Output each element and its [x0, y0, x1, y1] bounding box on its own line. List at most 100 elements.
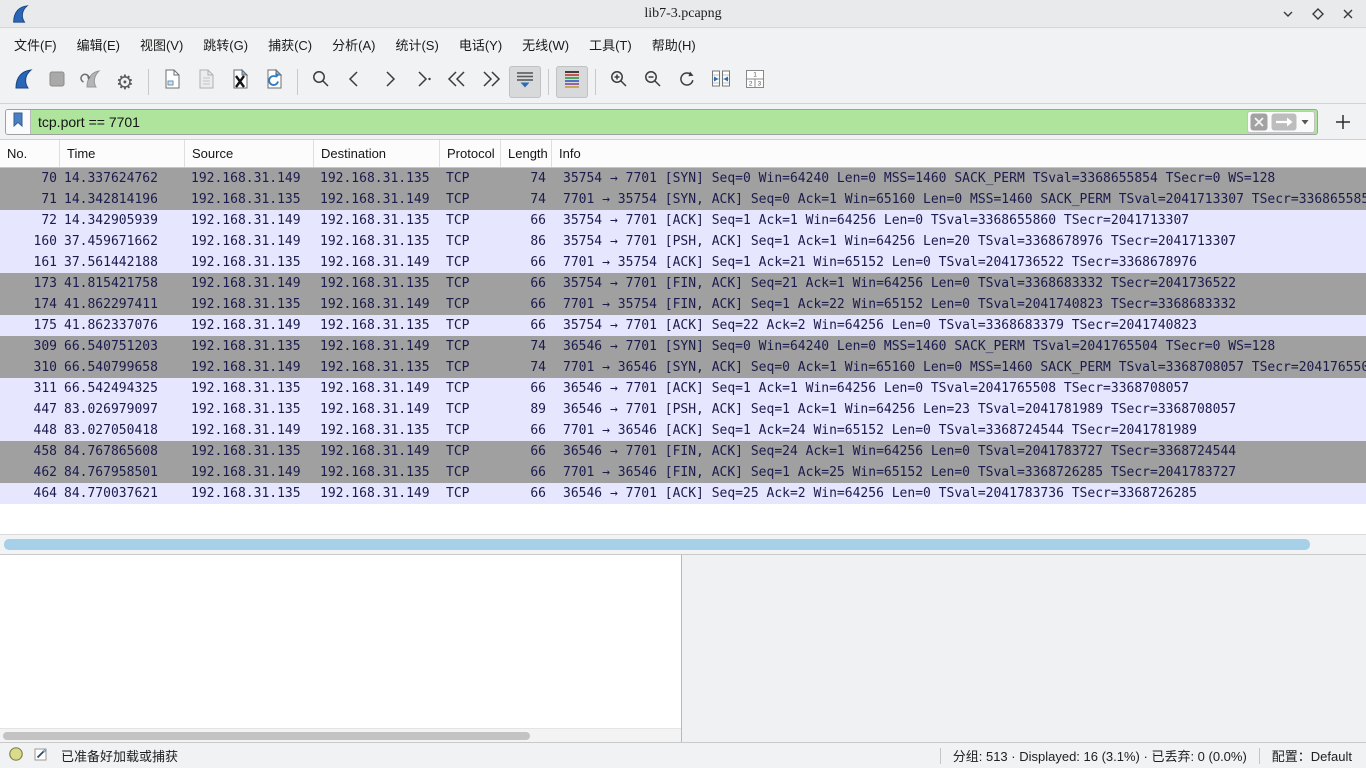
menu-item-1[interactable]: 编辑(E) — [67, 30, 130, 59]
cell-time: 37.561442188 — [60, 252, 185, 273]
packet-row[interactable]: 30966.540751203192.168.31.135192.168.31.… — [0, 336, 1366, 357]
packet-row[interactable]: 17341.815421758192.168.31.149192.168.31.… — [0, 273, 1366, 294]
cell-no: 310 — [0, 357, 60, 378]
cell-time: 66.540799658 — [60, 357, 185, 378]
cell-no: 174 — [0, 294, 60, 315]
cell-no: 70 — [0, 168, 60, 189]
cell-length: 66 — [501, 294, 552, 315]
packet-row[interactable]: 17441.862297411192.168.31.135192.168.31.… — [0, 294, 1366, 315]
colorize-toggle-button[interactable] — [556, 66, 588, 98]
column-header-destination[interactable]: Destination — [314, 140, 440, 167]
cell-no: 464 — [0, 483, 60, 504]
restart-fin-icon — [80, 68, 102, 95]
column-header-length[interactable]: Length — [501, 140, 552, 167]
cell-length: 74 — [501, 357, 552, 378]
display-filter-input[interactable]: tcp.port == 7701 — [5, 109, 1318, 135]
toolbar-separator — [595, 69, 596, 95]
reload-file-button[interactable] — [258, 66, 290, 98]
filter-dropdown-arrow[interactable] — [1300, 117, 1310, 127]
packet-row[interactable]: 46284.767958501192.168.31.149192.168.31.… — [0, 462, 1366, 483]
packet-row[interactable]: 31066.540799658192.168.31.149192.168.31.… — [0, 357, 1366, 378]
filter-clear-button[interactable] — [1250, 113, 1268, 131]
column-header-time[interactable]: Time — [60, 140, 185, 167]
details-hscrollbar[interactable] — [0, 728, 681, 742]
status-bar-left — [8, 746, 49, 765]
filter-controls — [1247, 111, 1315, 133]
column-header-no[interactable]: No. — [0, 140, 60, 167]
packet-row[interactable]: 17541.862337076192.168.31.149192.168.31.… — [0, 315, 1366, 336]
go-first-packet-button[interactable] — [441, 66, 473, 98]
packet-row[interactable]: 44783.026979097192.168.31.135192.168.31.… — [0, 399, 1366, 420]
cell-protocol: TCP — [440, 357, 501, 378]
cell-source: 192.168.31.135 — [185, 252, 314, 273]
cell-source: 192.168.31.149 — [185, 168, 314, 189]
menu-item-5[interactable]: 分析(A) — [322, 30, 385, 59]
capture-options-button[interactable]: ⚙ — [109, 66, 141, 98]
packet-list-hscrollbar[interactable] — [0, 534, 1366, 555]
stop-capture-button[interactable] — [41, 66, 73, 98]
menu-item-9[interactable]: 工具(T) — [579, 30, 642, 59]
find-packet-button[interactable] — [305, 66, 337, 98]
expert-info-icon[interactable] — [8, 746, 24, 765]
menu-item-2[interactable]: 视图(V) — [130, 30, 193, 59]
packet-row[interactable]: 45884.767865608192.168.31.135192.168.31.… — [0, 441, 1366, 462]
restart-capture-button[interactable] — [75, 66, 107, 98]
details-hscrollbar-thumb[interactable] — [3, 732, 530, 740]
packet-details-pane[interactable] — [0, 555, 682, 742]
column-header-info[interactable]: Info — [552, 140, 1366, 167]
resize-columns-icon — [710, 68, 732, 95]
save-file-button[interactable] — [190, 66, 222, 98]
cell-source: 192.168.31.149 — [185, 315, 314, 336]
profile-text[interactable]: 配置：Default — [1272, 746, 1352, 765]
cell-protocol: TCP — [440, 315, 501, 336]
column-header-source[interactable]: Source — [185, 140, 314, 167]
filter-apply-button[interactable] — [1271, 113, 1297, 131]
close-file-button[interactable] — [224, 66, 256, 98]
layout-button[interactable]: 123 — [739, 66, 771, 98]
start-capture-button[interactable] — [7, 66, 39, 98]
menu-item-8[interactable]: 无线(W) — [512, 30, 579, 59]
packet-row[interactable]: 7214.342905939192.168.31.149192.168.31.1… — [0, 210, 1366, 231]
add-filter-button[interactable] — [1332, 111, 1354, 133]
packet-row[interactable]: 31166.542494325192.168.31.135192.168.31.… — [0, 378, 1366, 399]
menu-item-10[interactable]: 帮助(H) — [642, 30, 706, 59]
double-chevron-left-icon — [446, 69, 468, 94]
cell-protocol: TCP — [440, 294, 501, 315]
menu-item-6[interactable]: 统计(S) — [385, 30, 448, 59]
resize-columns-button[interactable] — [705, 66, 737, 98]
open-file-button[interactable] — [156, 66, 188, 98]
go-forward-button[interactable] — [373, 66, 405, 98]
menu-item-3[interactable]: 跳转(G) — [193, 30, 258, 59]
packet-row[interactable]: 7014.337624762192.168.31.149192.168.31.1… — [0, 168, 1366, 189]
zoom-in-button[interactable] — [603, 66, 635, 98]
minimize-button[interactable] — [1280, 6, 1296, 22]
menu-item-7[interactable]: 电话(Y) — [449, 30, 512, 59]
packet-row[interactable]: 16037.459671662192.168.31.149192.168.31.… — [0, 231, 1366, 252]
packet-row[interactable]: 46484.770037621192.168.31.135192.168.31.… — [0, 483, 1366, 504]
cell-destination: 192.168.31.135 — [314, 168, 440, 189]
filter-bookmark-button[interactable] — [6, 110, 31, 134]
maximize-button[interactable] — [1310, 6, 1326, 22]
packet-row[interactable]: 16137.561442188192.168.31.135192.168.31.… — [0, 252, 1366, 273]
column-header-protocol[interactable]: Protocol — [440, 140, 501, 167]
packet-row[interactable]: 44883.027050418192.168.31.149192.168.31.… — [0, 420, 1366, 441]
capture-comment-icon[interactable] — [33, 746, 49, 765]
menu-item-0[interactable]: 文件(F) — [4, 30, 67, 59]
auto-scroll-icon — [515, 69, 535, 94]
hscrollbar-thumb[interactable] — [4, 539, 1310, 550]
menu-item-4[interactable]: 捕获(C) — [258, 30, 322, 59]
zoom-out-button[interactable] — [637, 66, 669, 98]
packet-bytes-pane[interactable] — [682, 555, 1366, 742]
go-back-button[interactable] — [339, 66, 371, 98]
open-file-icon — [162, 68, 182, 95]
cell-time: 84.767958501 — [60, 462, 185, 483]
zoom-reset-button[interactable] — [671, 66, 703, 98]
auto-scroll-toggle-button[interactable] — [509, 66, 541, 98]
go-to-packet-button[interactable] — [407, 66, 439, 98]
go-last-packet-button[interactable] — [475, 66, 507, 98]
packet-row[interactable]: 7114.342814196192.168.31.135192.168.31.1… — [0, 189, 1366, 210]
cell-protocol: TCP — [440, 399, 501, 420]
cell-protocol: TCP — [440, 462, 501, 483]
status-ready-text: 已准备好加载或捕获 — [61, 746, 178, 765]
close-button[interactable] — [1340, 6, 1356, 22]
